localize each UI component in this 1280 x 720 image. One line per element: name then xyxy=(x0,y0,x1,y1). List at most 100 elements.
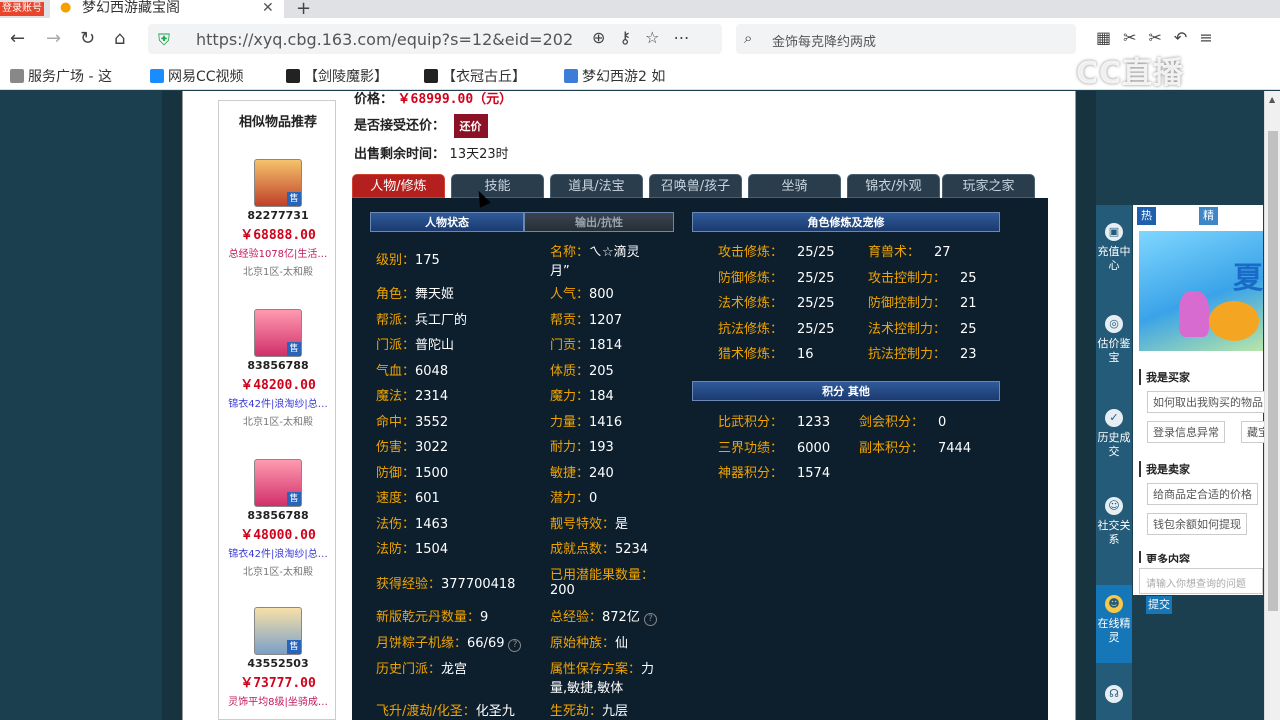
avatar[interactable]: 售 xyxy=(254,309,302,357)
back-icon[interactable]: ← xyxy=(10,28,25,50)
help-icon[interactable]: ? xyxy=(643,613,657,626)
stat-row: 魔法：2314 xyxy=(376,385,448,404)
stat-label: 敏捷： xyxy=(550,466,590,481)
stat-row: 命中：3552 xyxy=(376,411,448,430)
side-toolbar: ▣ 充值中心 ◎ 估价鉴宝 ✓ 历史成交 ☺ 社交关系 ☻ 在线精灵 ☊ xyxy=(1096,205,1132,720)
stat-value: 601 xyxy=(415,491,440,506)
recharge-center[interactable]: ▣ 充值中心 xyxy=(1096,223,1132,273)
faq-item[interactable]: 钱包余额如何提现 xyxy=(1147,513,1247,535)
item-desc[interactable]: 锦衣42件|浪淘纱|总… xyxy=(219,545,337,560)
stat-label: 靓号特效： xyxy=(550,517,616,532)
section-cultivation-title: 角色修炼及宠修 xyxy=(692,212,1000,232)
tab-skills[interactable]: 技能 xyxy=(451,174,544,198)
scroll-up-icon[interactable]: ▲ xyxy=(1269,95,1275,104)
social[interactable]: ☺ 社交关系 xyxy=(1096,497,1132,547)
stat-value: 1463 xyxy=(415,517,449,532)
search-bar[interactable]: ⌕ 金饰每克降约两成 xyxy=(736,24,1076,54)
online-sprite[interactable]: ☻ 在线精灵 xyxy=(1096,585,1132,663)
help-icon[interactable]: ? xyxy=(508,639,522,652)
section-resist-tab[interactable]: 输出/抗性 xyxy=(524,212,674,232)
tab-pets[interactable]: 召唤兽/孩子 xyxy=(649,174,742,198)
item-desc[interactable]: 总经验1078亿|生活… xyxy=(219,245,337,260)
avatar[interactable]: 售 xyxy=(254,159,302,207)
question-input[interactable]: 请输入你想查询的问题 xyxy=(1139,568,1263,594)
bookmark-item[interactable]: 【衣冠古丘】 xyxy=(424,66,526,86)
page-scrollbar[interactable]: ▲ xyxy=(1264,91,1280,720)
bookmark-item[interactable]: 梦幻西游2 如 xyxy=(564,66,665,86)
bookmark-item[interactable]: 服务广场 - 这 xyxy=(10,66,112,86)
reload-icon[interactable]: ↻ xyxy=(80,28,95,50)
stat-row: 育兽术： 27 xyxy=(868,241,951,260)
bookmark-item[interactable]: 【剑陵魔影】 xyxy=(286,66,388,86)
stat-row: 副本积分： 7444 xyxy=(859,437,971,456)
faq-item[interactable]: 给商品定合适的价格 xyxy=(1147,483,1258,505)
similar-item[interactable]: 售 82277731 ￥68888.00 总经验1078亿|生活… 北京1区-太… xyxy=(219,159,337,278)
stat-row: 属性保存方案：力 量,敏捷,敏体 xyxy=(550,658,654,696)
new-tab-icon[interactable]: + xyxy=(296,0,311,19)
item-desc[interactable]: 锦衣42件|浪淘纱|总… xyxy=(219,395,337,410)
stat-row: 比武积分： 1233 xyxy=(718,411,830,430)
item-price: ￥48000.00 xyxy=(240,528,316,543)
stat-row: 伤害：3022 xyxy=(376,436,448,455)
stat-row: 抗法修炼： 25/25 xyxy=(718,318,834,337)
avatar[interactable]: 售 xyxy=(254,459,302,507)
sprite-icon: ☻ xyxy=(1105,595,1123,613)
toolbar-extension-icons[interactable]: ▦✂✂↶≡ xyxy=(1096,28,1225,47)
tab-hot-questions[interactable]: 热门问题 xyxy=(1137,207,1156,276)
appraisal[interactable]: ◎ 估价鉴宝 xyxy=(1096,315,1132,365)
history-deals[interactable]: ✓ 历史成交 xyxy=(1096,409,1132,459)
character-panel: 人物状态 输出/抗性 角色修炼及宠修 积分 其他 级别：175 角色：舞天姬 帮派：… xyxy=(352,198,1048,720)
bookmark-item[interactable]: 网易CC视频 xyxy=(150,66,244,86)
stat-value: 龙宫 xyxy=(441,662,468,677)
search-icon: ◎ xyxy=(1105,315,1123,333)
stat-label: 魔力： xyxy=(550,389,590,404)
stat-label: 法伤： xyxy=(376,517,416,532)
similar-item[interactable]: 售 83856788 ￥48200.00 锦衣42件|浪淘纱|总… 北京1区-太… xyxy=(219,309,337,428)
tab-sprite-qa[interactable]: 精灵问答 xyxy=(1199,207,1218,276)
similar-item[interactable]: 售 83856788 ￥48000.00 锦衣42件|浪淘纱|总… 北京1区-太… xyxy=(219,459,337,578)
similar-item[interactable]: 售 43552503 ￥73777.00 灵饰平均8级|坐骑成… xyxy=(219,607,337,708)
url-text[interactable]: https://xyq.cbg.163.com/equip?s=12&eid=2… xyxy=(196,30,573,49)
section-points-title: 积分 其他 xyxy=(692,381,1000,401)
stat-value: 1814 xyxy=(589,338,623,353)
help-panel: 热门问题 精灵问答 夏 我是买家 如何取出我购买的物品 登录信息异常 藏宝 我是… xyxy=(1133,205,1275,595)
stat-value: 184 xyxy=(589,389,614,404)
tab-outfits[interactable]: 锦衣/外观 xyxy=(847,174,940,198)
tab-character[interactable]: 人物/修炼 xyxy=(352,174,445,198)
tab-home[interactable]: 玩家之家 xyxy=(942,174,1035,198)
address-bar[interactable]: ⛨ https://xyq.cbg.163.com/equip?s=12&eid… xyxy=(148,24,722,54)
stat-value: 1416 xyxy=(589,415,623,430)
item-desc[interactable]: 灵饰平均8级|坐骑成… xyxy=(219,693,337,708)
search-input[interactable]: 金饰每克降约两成 xyxy=(772,31,876,50)
tab-close-icon[interactable]: ✕ xyxy=(262,0,274,16)
scroll-thumb[interactable] xyxy=(1268,131,1278,611)
stat-label: 已用潜能果数量： xyxy=(550,568,655,583)
stat-value: 化圣九 xyxy=(475,704,515,719)
promo-banner[interactable]: 夏 xyxy=(1139,231,1263,351)
stat-row: 帮派：兵工厂的 xyxy=(376,309,467,328)
forward-icon[interactable]: → xyxy=(46,28,61,50)
cc-watermark: CC直播 xyxy=(1076,56,1185,91)
bargain-button[interactable]: 还价 xyxy=(453,114,488,138)
submit-button[interactable]: 提交 xyxy=(1146,596,1172,614)
stat-row: 法术修炼： 25/25 xyxy=(718,292,834,311)
login-badge[interactable]: 登录账号 xyxy=(0,2,44,16)
faq-item[interactable]: 登录信息异常 xyxy=(1147,421,1225,443)
stat-value: 193 xyxy=(589,440,614,455)
tab-mounts[interactable]: 坐骑 xyxy=(748,174,841,198)
section-status-tab[interactable]: 人物状态 xyxy=(370,212,524,232)
home-icon[interactable]: ⌂ xyxy=(114,28,125,50)
stat-label: 抗法修炼： xyxy=(718,321,784,337)
avatar[interactable]: 售 xyxy=(254,607,302,655)
url-action-icons[interactable]: ⊕⚷☆⋯ xyxy=(592,28,703,47)
banner-character xyxy=(1179,291,1209,337)
stat-row: 门贡：1814 xyxy=(550,334,622,353)
stat-label: 成就点数： xyxy=(550,542,616,557)
browser-tab[interactable]: ● 梦幻西游藏宝阁 ✕ xyxy=(50,0,284,18)
faq-item[interactable]: 如何取出我购买的物品 xyxy=(1147,391,1269,413)
stat-value: 普陀山 xyxy=(415,338,455,353)
tab-items[interactable]: 道具/法宝 xyxy=(550,174,643,198)
stat-label: 力量： xyxy=(550,415,590,430)
support[interactable]: ☊ xyxy=(1096,685,1132,707)
stat-row: 月饼粽子机缘：66/69? xyxy=(376,632,522,652)
